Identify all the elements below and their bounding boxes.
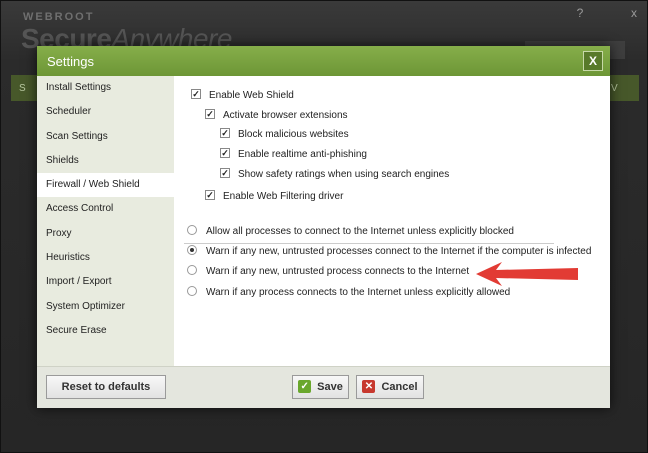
- save-label: Save: [317, 381, 343, 393]
- firewall-option-warn-any[interactable]: Warn if any process connects to the Inte…: [187, 285, 510, 301]
- checkbox-icon[interactable]: ✓: [205, 190, 215, 201]
- radio-icon[interactable]: [187, 286, 197, 297]
- web-filtering-option[interactable]: ✓ Enable Web Filtering driver: [205, 189, 343, 205]
- safety-ratings-option[interactable]: ✓ Show safety ratings when using search e…: [220, 167, 449, 183]
- sidebar-item-scan-settings[interactable]: Scan Settings: [37, 125, 174, 149]
- firewall-option-label: Allow all processes to connect to the In…: [206, 226, 514, 237]
- enable-web-shield-label: Enable Web Shield: [209, 90, 294, 101]
- firewall-option-allow-all[interactable]: Allow all processes to connect to the In…: [187, 224, 514, 240]
- save-button[interactable]: ✓ Save: [292, 375, 349, 399]
- safety-ratings-label: Show safety ratings when using search en…: [238, 169, 450, 180]
- enable-web-shield-option[interactable]: ✓ Enable Web Shield: [191, 88, 294, 104]
- sidebar-item-firewall-web-shield[interactable]: Firewall / Web Shield: [37, 173, 174, 198]
- dialog-close-button[interactable]: X: [583, 51, 603, 71]
- checkbox-icon[interactable]: ✓: [191, 89, 201, 100]
- help-button[interactable]: ?: [571, 5, 589, 21]
- firewall-option-warn-infected[interactable]: Warn if any new, untrusted processes con…: [187, 244, 591, 260]
- sidebar-item-system-optimizer[interactable]: System Optimizer: [37, 295, 174, 319]
- app-close-button[interactable]: x: [625, 5, 643, 21]
- checkbox-icon[interactable]: ✓: [220, 128, 230, 139]
- check-icon: ✓: [298, 379, 312, 393]
- app-brand-small: WEBROOT: [23, 11, 95, 23]
- web-filtering-label: Enable Web Filtering driver: [223, 191, 344, 202]
- cancel-button[interactable]: ✕ Cancel: [356, 375, 424, 399]
- sidebar-item-shields[interactable]: Shields: [37, 149, 174, 173]
- settings-sidebar: Install Settings Scheduler Scan Settings…: [37, 76, 174, 366]
- dialog-footer: Reset to defaults ✓ Save ✕ Cancel: [37, 366, 610, 408]
- radio-icon[interactable]: [187, 225, 197, 236]
- dialog-title: Settings: [47, 54, 94, 69]
- app-edge-right-text: V: [611, 83, 618, 94]
- settings-dialog: Settings X Install Settings Scheduler Sc…: [37, 46, 610, 408]
- block-malicious-option[interactable]: ✓ Block malicious websites: [220, 127, 349, 143]
- firewall-option-label: Warn if any new, untrusted process conne…: [206, 266, 470, 277]
- checkbox-icon[interactable]: ✓: [205, 109, 215, 120]
- firewall-option-warn-untrusted[interactable]: Warn if any new, untrusted process conne…: [187, 264, 469, 280]
- activate-extensions-option[interactable]: ✓ Activate browser extensions: [205, 108, 348, 124]
- sidebar-item-scheduler[interactable]: Scheduler: [37, 100, 174, 124]
- radio-selected-icon[interactable]: [187, 245, 197, 256]
- dialog-titlebar: Settings X: [37, 46, 610, 76]
- sidebar-item-import-export[interactable]: Import / Export: [37, 270, 174, 294]
- firewall-option-label: Warn if any process connects to the Inte…: [206, 287, 511, 298]
- x-icon: ✕: [362, 379, 376, 393]
- checkbox-icon[interactable]: ✓: [220, 148, 230, 159]
- anti-phishing-option[interactable]: ✓ Enable realtime anti-phishing: [220, 147, 367, 163]
- block-malicious-label: Block malicious websites: [238, 129, 349, 140]
- reset-to-defaults-button[interactable]: Reset to defaults: [46, 375, 166, 399]
- sidebar-item-install-settings[interactable]: Install Settings: [37, 76, 174, 100]
- cancel-label: Cancel: [381, 381, 418, 393]
- activate-extensions-label: Activate browser extensions: [223, 110, 348, 121]
- annotation-arrow-icon: [476, 262, 578, 286]
- settings-content: ✓ Enable Web Shield ✓ Activate browser ext…: [174, 76, 610, 366]
- app-edge-left-text: S: [19, 83, 26, 94]
- checkbox-icon[interactable]: ✓: [220, 168, 230, 179]
- radio-icon[interactable]: [187, 265, 197, 276]
- sidebar-item-heuristics[interactable]: Heuristics: [37, 246, 174, 270]
- sidebar-item-access-control[interactable]: Access Control: [37, 197, 174, 221]
- sidebar-item-proxy[interactable]: Proxy: [37, 222, 174, 246]
- firewall-option-label: Warn if any new, untrusted processes con…: [206, 246, 592, 257]
- anti-phishing-label: Enable realtime anti-phishing: [238, 149, 367, 160]
- sidebar-item-secure-erase[interactable]: Secure Erase: [37, 319, 174, 343]
